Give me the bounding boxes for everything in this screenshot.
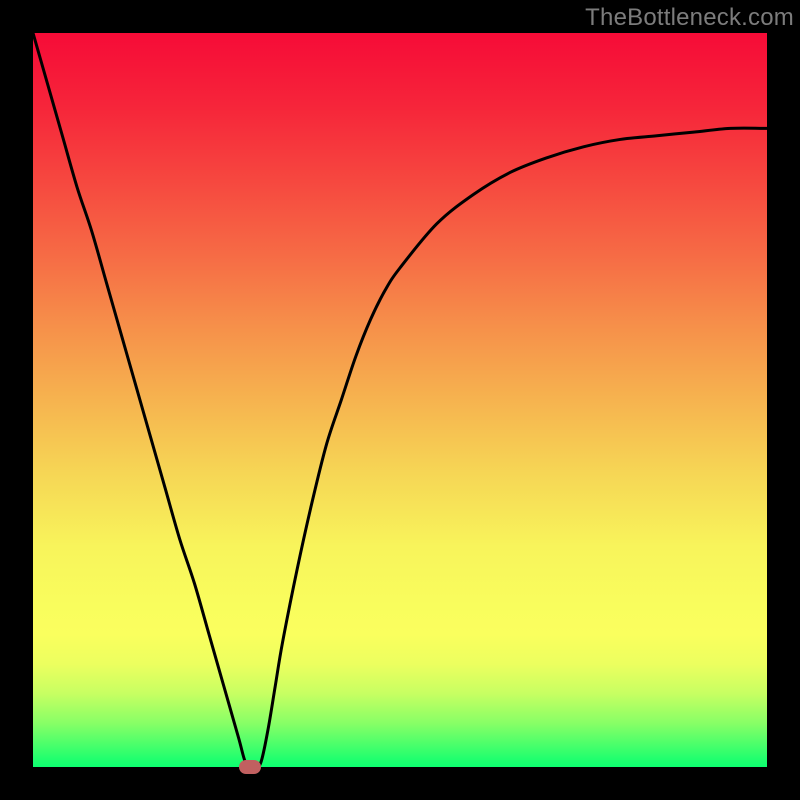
plot-area xyxy=(33,33,767,767)
watermark-text: TheBottleneck.com xyxy=(585,4,794,32)
curve-svg xyxy=(33,33,767,767)
chart-stage: TheBottleneck.com xyxy=(0,0,800,800)
bottleneck-curve xyxy=(33,33,767,767)
minimum-marker xyxy=(239,760,261,774)
